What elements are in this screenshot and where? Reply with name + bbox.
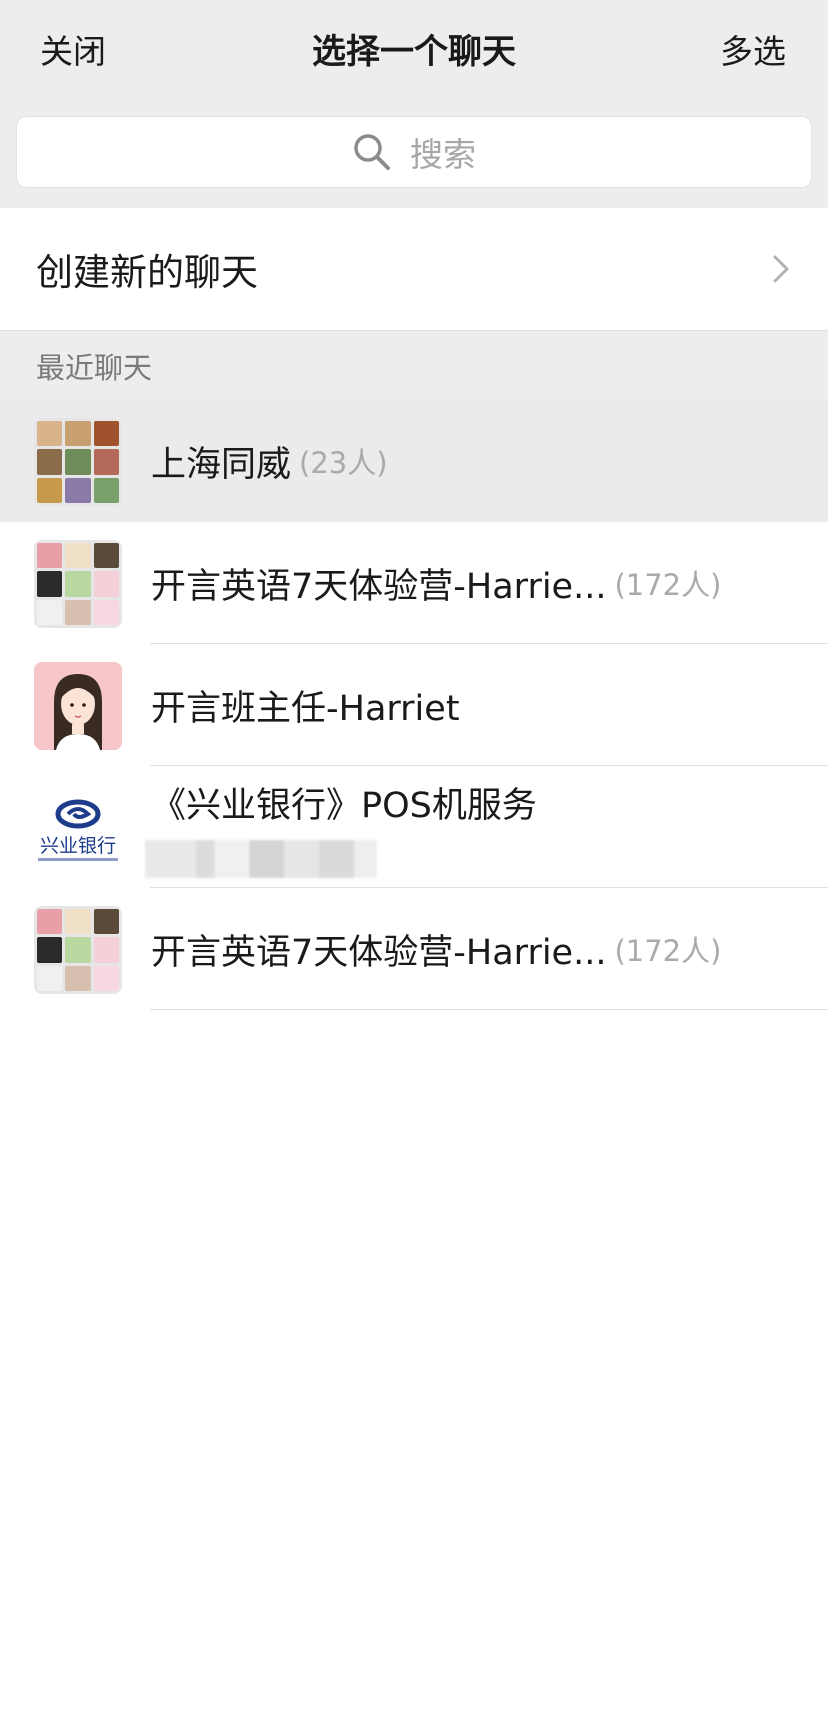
svg-text:兴业银行: 兴业银行 bbox=[40, 835, 116, 857]
multi-select-button[interactable]: 多选 bbox=[720, 30, 786, 74]
chat-row[interactable]: 开言英语7天体验营-Harrie... (172人) bbox=[0, 522, 828, 644]
create-new-chat-label: 创建新的聊天 bbox=[36, 251, 258, 294]
recent-chats-header: 最近聊天 bbox=[0, 330, 828, 400]
chat-row[interactable]: 开言班主任-Harriet bbox=[0, 644, 828, 766]
chat-row[interactable]: 开言英语7天体验营-Harrie... (172人) bbox=[0, 888, 828, 1010]
row-divider bbox=[150, 1009, 828, 1010]
search-placeholder: 搜索 bbox=[410, 135, 476, 174]
group-avatar bbox=[34, 418, 122, 506]
chevron-right-icon bbox=[773, 255, 789, 283]
group-avatar bbox=[34, 540, 122, 628]
search-input[interactable]: 搜索 bbox=[16, 116, 812, 188]
industrial-bank-logo-icon: 兴业银行 bbox=[34, 784, 122, 872]
page-title: 选择一个聊天 bbox=[312, 32, 516, 72]
create-new-chat-row[interactable]: 创建新的聊天 bbox=[0, 208, 828, 330]
girl-portrait-icon bbox=[34, 662, 122, 750]
contact-avatar bbox=[34, 662, 122, 750]
recent-chats-label: 最近聊天 bbox=[36, 350, 153, 385]
chat-row[interactable]: 上海同威 (23人) bbox=[0, 400, 828, 522]
member-count: (23人) bbox=[299, 446, 388, 480]
member-count: (172人) bbox=[614, 934, 722, 968]
chat-name: 开言英语7天体验营-Harrie... bbox=[151, 932, 607, 973]
chat-row[interactable]: 兴业银行 《兴业银行》POS机服务 bbox=[0, 766, 828, 888]
navigation-bar: 关闭 选择一个聊天 多选 bbox=[0, 0, 828, 104]
group-avatar bbox=[34, 906, 122, 994]
chat-name: 开言英语7天体验营-Harrie... bbox=[151, 566, 607, 607]
member-count: (172人) bbox=[614, 568, 722, 602]
chat-name: 《兴业银行》POS机服务 bbox=[151, 785, 537, 826]
bank-logo-avatar: 兴业银行 bbox=[34, 784, 122, 872]
blurred-subtitle bbox=[145, 839, 377, 878]
header-area: 关闭 选择一个聊天 多选 搜索 bbox=[0, 0, 828, 208]
search-icon bbox=[354, 134, 390, 170]
chat-name: 上海同威 bbox=[151, 444, 292, 485]
chat-name: 开言班主任-Harriet bbox=[151, 688, 460, 729]
